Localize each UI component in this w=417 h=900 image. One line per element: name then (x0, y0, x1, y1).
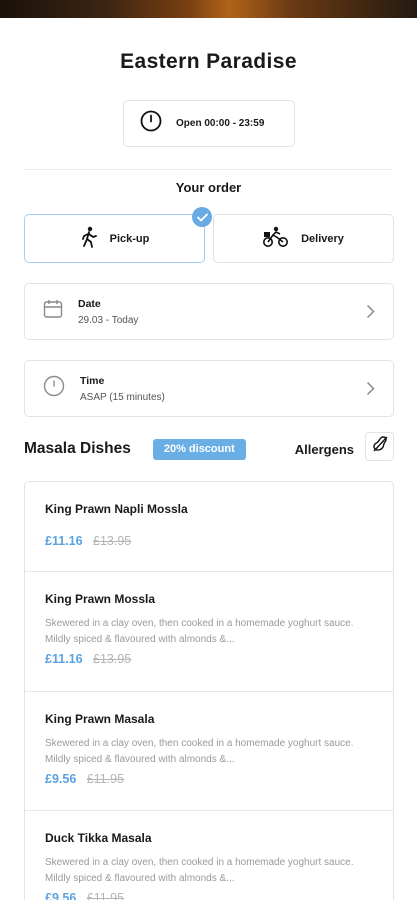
dish-old-price: £11.95 (86, 891, 125, 900)
dish-price: £11.16 (45, 534, 83, 548)
dish-item[interactable]: Duck Tikka Masala Skewered in a clay ove… (25, 831, 393, 900)
calendar-icon (43, 299, 63, 324)
divider (25, 810, 393, 811)
hero-banner-image (0, 0, 417, 18)
dish-price: £9.56 (45, 891, 77, 900)
divider (25, 571, 393, 572)
clock-icon (43, 375, 65, 402)
dish-description: Skewered in a clay oven, then cooked in … (45, 738, 354, 765)
pickup-label: Pick-up (109, 232, 150, 245)
opening-hours-badge: Open 00:00 - 23:59 (123, 100, 295, 147)
category-title: Masala Dishes (24, 440, 131, 457)
dish-prices: £9.56 £11.95 (45, 891, 393, 900)
selected-check-icon (192, 207, 212, 227)
dish-list: King Prawn Napli Mossla £11.16 £13.95 Ki… (24, 481, 394, 900)
time-selector[interactable]: Time ASAP (15 minutes) (24, 360, 394, 417)
dish-description: Skewered in a clay oven, then cooked in … (45, 857, 354, 884)
dish-name: King Prawn Masala (45, 712, 155, 726)
dish-name: Duck Tikka Masala (45, 831, 152, 845)
dish-item[interactable]: King Prawn Masala Skewered in a clay ove… (25, 712, 393, 786)
menu-section-header: Masala Dishes 20% discount Allergens (24, 432, 394, 462)
dish-name: King Prawn Mossla (45, 592, 156, 606)
allergens-label: Allergens (294, 441, 354, 457)
chevron-right-icon (366, 381, 375, 401)
walking-person-icon (80, 226, 98, 251)
bicycle-icon (263, 226, 289, 251)
restaurant-name: Eastern Paradise (120, 50, 297, 73)
dish-prices: £11.16 £13.95 (45, 534, 393, 548)
dish-prices: £9.56 £11.95 (45, 772, 393, 786)
dish-prices: £11.16 £13.95 (45, 652, 393, 666)
dish-old-price: £13.95 (93, 652, 132, 666)
time-label: Time (80, 374, 105, 387)
dish-old-price: £13.95 (93, 534, 132, 548)
pickup-option[interactable]: Pick-up (24, 214, 205, 263)
divider (24, 169, 393, 170)
dish-name: King Prawn Napli Mossla (45, 502, 188, 516)
dish-description: Skewered in a clay oven, then cooked in … (45, 618, 354, 645)
delivery-option[interactable]: Delivery (213, 214, 394, 263)
discount-badge: 20% discount (152, 438, 246, 460)
your-order-heading: Your order (175, 180, 242, 195)
dish-item[interactable]: King Prawn Napli Mossla £11.16 £13.95 (25, 502, 393, 548)
dish-item[interactable]: King Prawn Mossla Skewered in a clay ove… (25, 592, 393, 666)
dish-old-price: £11.95 (86, 772, 125, 786)
delivery-label: Delivery (301, 232, 344, 245)
date-value: 29.03 - Today (78, 314, 139, 326)
opening-hours-text: Open 00:00 - 23:59 (176, 118, 265, 129)
dish-price: £9.56 (45, 772, 77, 786)
divider (25, 691, 393, 692)
date-selector[interactable]: Date 29.03 - Today (24, 283, 394, 340)
dish-price: £11.16 (45, 652, 83, 666)
no-peanut-icon (370, 434, 390, 459)
allergen-filter-button[interactable] (365, 432, 394, 461)
time-value: ASAP (15 minutes) (80, 391, 165, 403)
clock-icon (140, 110, 162, 137)
date-label: Date (78, 297, 101, 310)
chevron-right-icon (366, 304, 375, 324)
